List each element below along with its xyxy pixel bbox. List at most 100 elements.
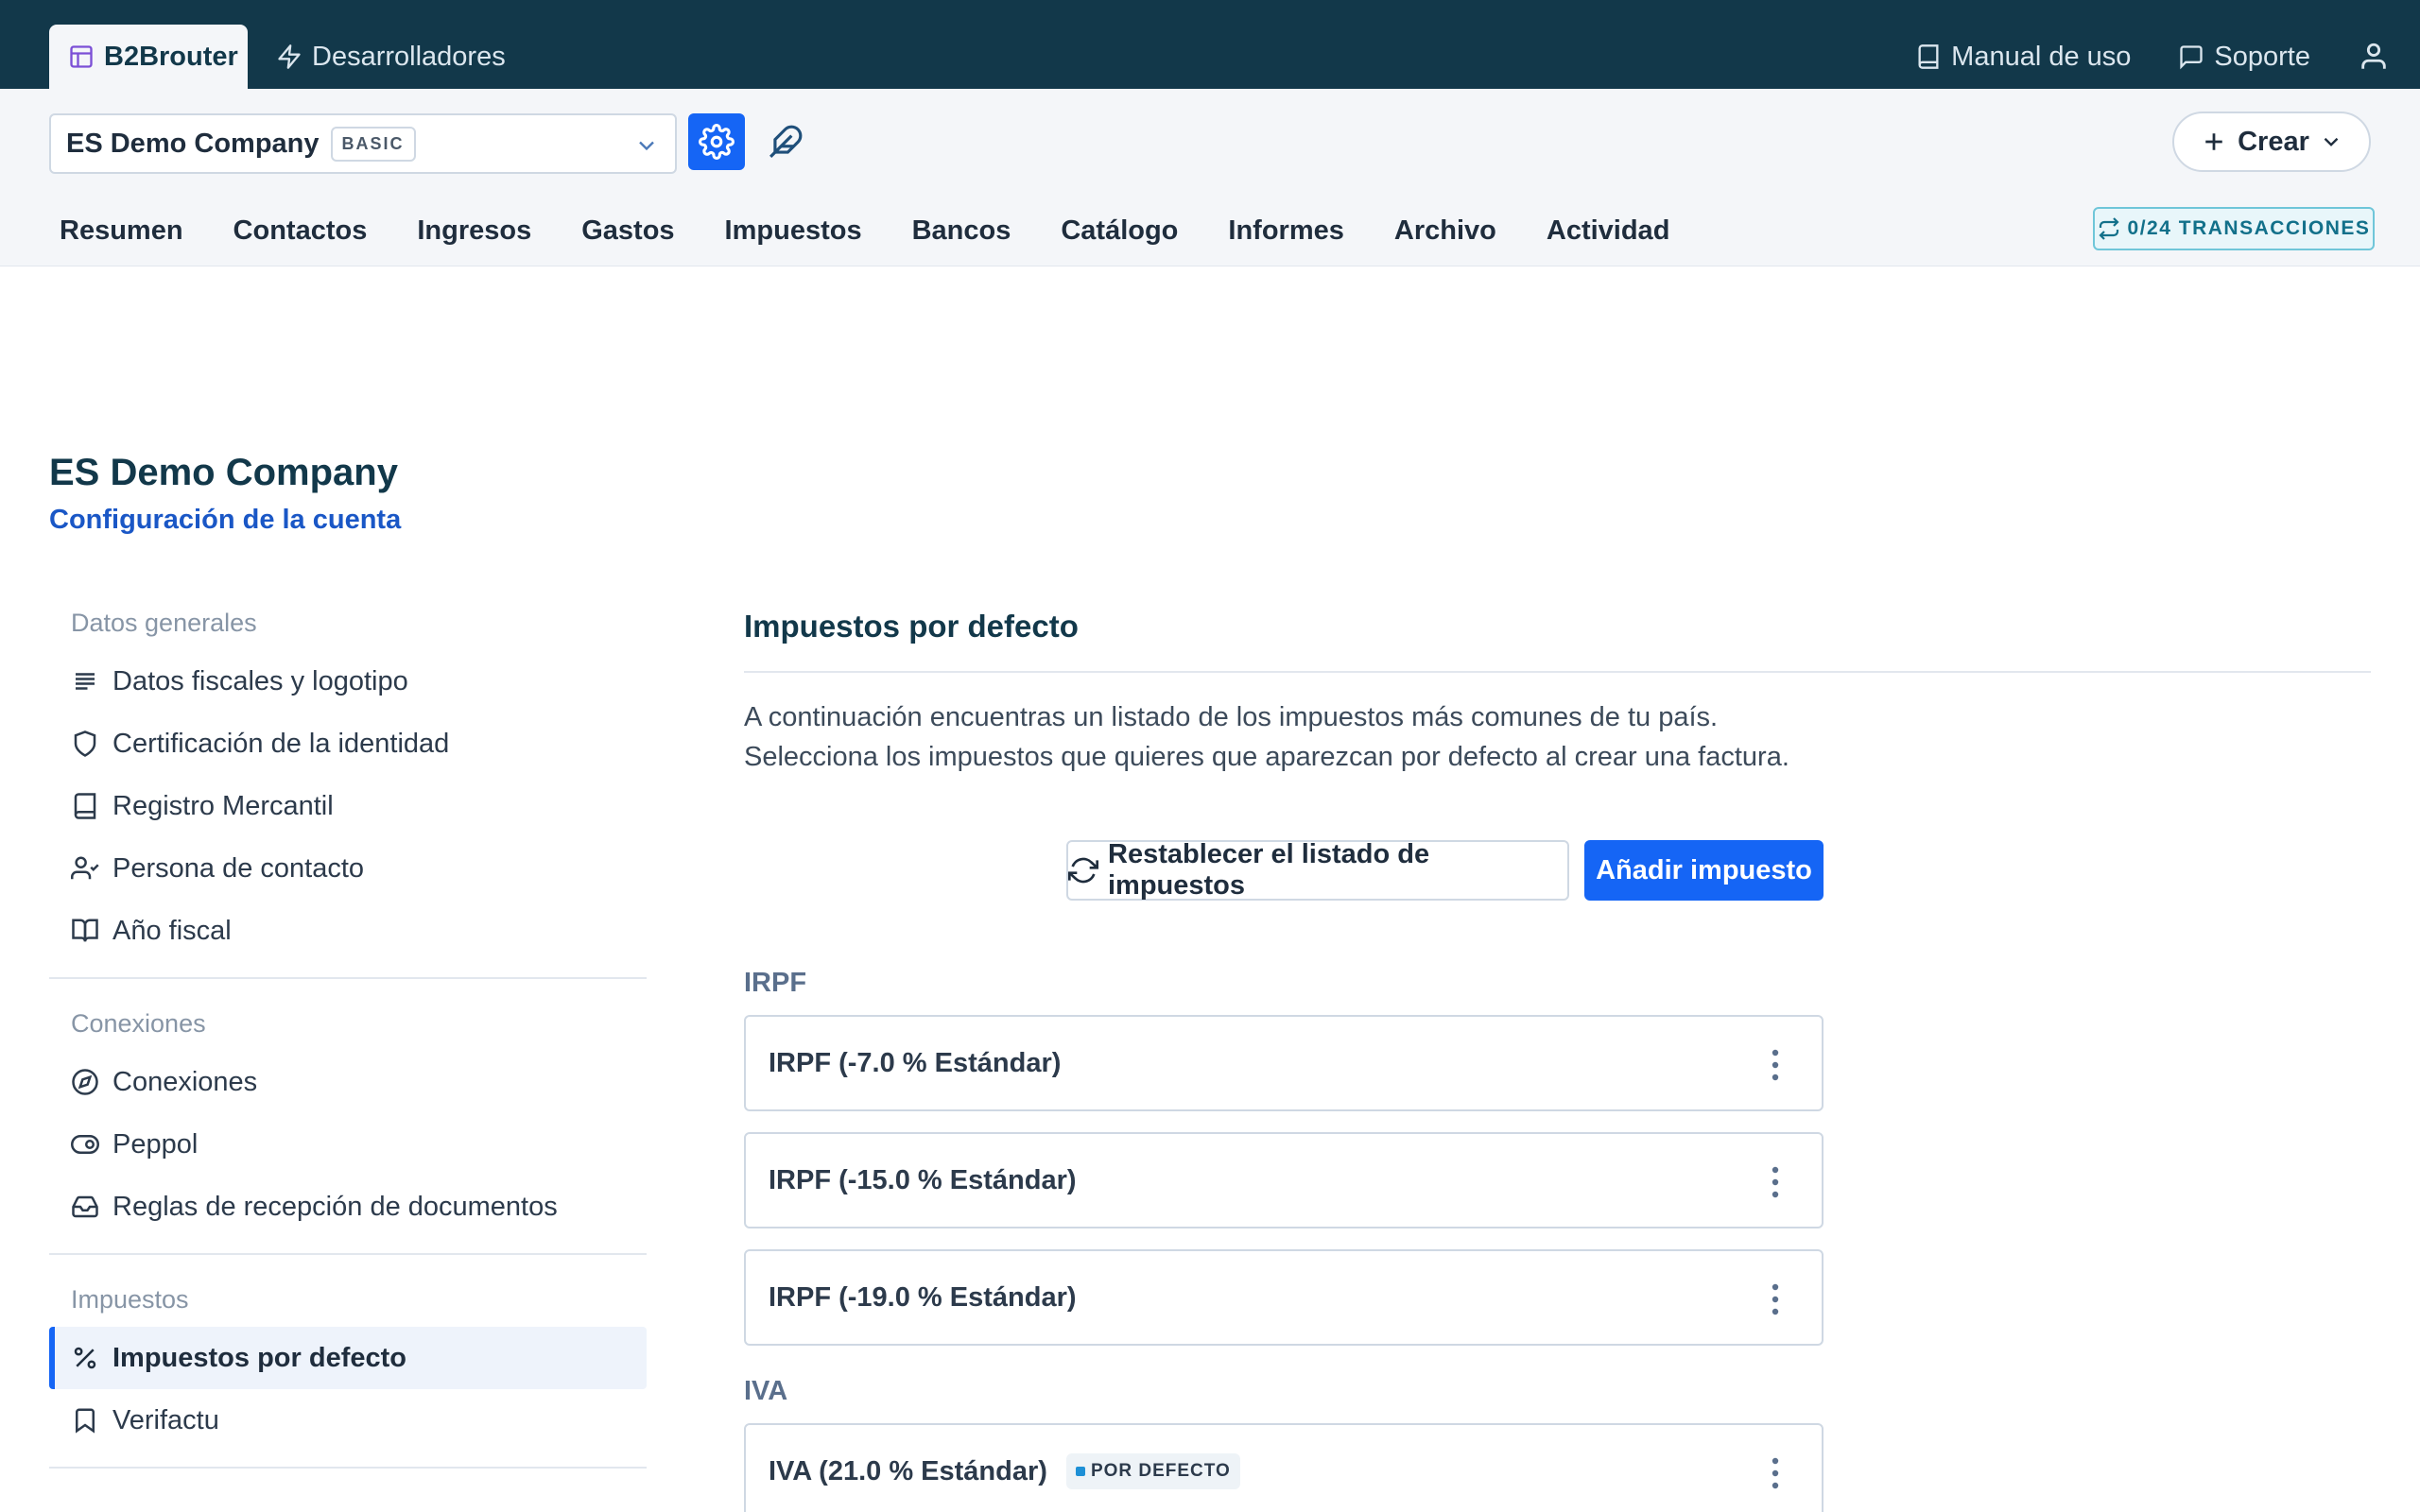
align-left-icon — [71, 667, 99, 696]
user-check-icon — [71, 854, 99, 883]
brand-tab[interactable]: B2Brouter — [49, 25, 248, 89]
settings-sidebar: Datos generales Datos fiscales y logotip… — [49, 595, 647, 1486]
sidebar-item-registro[interactable]: Registro Mercantil — [49, 775, 647, 837]
badge-dot — [1075, 1467, 1085, 1476]
page-title: ES Demo Company — [49, 452, 398, 493]
tax-name: IRPF (-15.0 % Estándar) — [769, 1164, 1077, 1195]
brand-label: B2Brouter — [104, 41, 238, 72]
top-right-links: Manual de uso Soporte — [1915, 25, 2390, 89]
more-vertical-icon[interactable] — [1771, 1457, 1780, 1489]
sidebar-item-label: Peppol — [112, 1128, 199, 1160]
feather-icon — [768, 124, 804, 160]
tax-card[interactable]: IRPF (-19.0 % Estándar) — [744, 1249, 1824, 1346]
bookmark-icon — [71, 1406, 99, 1435]
manual-link[interactable]: Manual de uso — [1915, 42, 2131, 73]
sidebar-item-label: Año fiscal — [112, 915, 232, 946]
more-vertical-icon[interactable] — [1771, 1049, 1780, 1081]
tax-card[interactable]: IVA (21.0 % Estándar) POR DEFECTO — [744, 1423, 1824, 1512]
tax-name: IVA (21.0 % Estándar) — [769, 1455, 1047, 1486]
manual-label: Manual de uso — [1951, 41, 2132, 72]
settings-button[interactable] — [688, 113, 745, 170]
lightning-icon — [276, 43, 302, 70]
page-subtitle[interactable]: Configuración de la cuenta — [49, 505, 401, 536]
sidebar-item-verifactu[interactable]: Verifactu — [49, 1389, 647, 1452]
tax-group-label: IVA — [744, 1376, 788, 1406]
sidebar-item-label: Certificación de la identidad — [112, 728, 450, 759]
sidebar-item-datos-fiscales[interactable]: Datos fiscales y logotipo — [49, 650, 647, 713]
create-label: Crear — [2238, 126, 2309, 157]
sidebar-item-peppol[interactable]: Peppol — [49, 1113, 647, 1176]
sidebar-item-ano-fiscal[interactable]: Año fiscal — [49, 900, 647, 962]
sidebar-item-impuestos-defecto[interactable]: Impuestos por defecto — [49, 1327, 647, 1389]
user-menu-button[interactable] — [2358, 41, 2390, 73]
transactions-label: 0/24 TRANSACCIONES — [2127, 217, 2371, 239]
user-icon — [2358, 41, 2390, 73]
nav-contactos[interactable]: Contactos — [233, 215, 368, 247]
book-open-icon — [71, 917, 99, 945]
developers-tab[interactable]: Desarrolladores — [276, 25, 506, 89]
sidebar-item-label: Registro Mercantil — [112, 790, 334, 821]
nav-catalogo[interactable]: Catálogo — [1061, 215, 1178, 247]
support-link[interactable]: Soporte — [2178, 42, 2310, 73]
tax-group-label: IRPF — [744, 968, 807, 998]
toggle-icon — [71, 1130, 99, 1159]
nav-gastos[interactable]: Gastos — [581, 215, 674, 247]
sidebar-item-persona-contacto[interactable]: Persona de contacto — [49, 837, 647, 900]
nav-archivo[interactable]: Archivo — [1394, 215, 1496, 247]
reset-taxes-button[interactable]: Restablecer el listado de impuestos — [1066, 839, 1569, 901]
feather-button[interactable] — [762, 113, 809, 170]
sidebar-item-reglas-recepcion[interactable]: Reglas de recepción de documentos — [49, 1176, 647, 1238]
sidebar-divider — [49, 1467, 647, 1469]
sidebar-item-label: Datos fiscales y logotipo — [112, 665, 408, 696]
nav-impuestos[interactable]: Impuestos — [725, 215, 862, 247]
create-button[interactable]: Crear — [2172, 112, 2371, 172]
sidebar-item-label: Verifactu — [112, 1404, 219, 1435]
sidebar-section-title: Datos generales — [71, 608, 257, 637]
reset-label: Restablecer el listado de impuestos — [1108, 839, 1430, 901]
sidebar-divider — [49, 977, 647, 979]
sidebar-section-title: Impuestos — [71, 1284, 189, 1314]
layout-icon — [68, 43, 95, 70]
sidebar-divider — [49, 1253, 647, 1255]
description-line-2: Selecciona los impuestos que quieres que… — [744, 742, 1789, 772]
book-icon — [1915, 43, 1942, 70]
nav-ingresos[interactable]: Ingresos — [417, 215, 531, 247]
default-taxes-panel: Impuestos por defecto A continuación enc… — [744, 595, 2371, 1512]
top-bar: B2Brouter Desarrolladores Manual de uso … — [0, 0, 2420, 89]
percent-icon — [71, 1344, 99, 1372]
default-badge: POR DEFECTO — [1065, 1453, 1240, 1489]
book-icon — [71, 792, 99, 820]
company-selector[interactable]: ES Demo Company BASIC — [49, 113, 677, 174]
nav-informes[interactable]: Informes — [1228, 215, 1343, 247]
sidebar-item-conexiones[interactable]: Conexiones — [49, 1051, 647, 1113]
compass-icon — [71, 1068, 99, 1096]
tax-actions: Restablecer el listado de impuestos Añad… — [744, 839, 1824, 901]
plus-icon — [2200, 128, 2228, 156]
tax-card[interactable]: IRPF (-7.0 % Estándar) — [744, 1015, 1824, 1111]
description-line-1: A continuación encuentras un listado de … — [744, 702, 1719, 732]
more-vertical-icon[interactable] — [1771, 1283, 1780, 1315]
nav-actividad[interactable]: Actividad — [1547, 215, 1670, 247]
refresh-icon — [1068, 855, 1098, 885]
chevron-down-icon — [2319, 129, 2343, 154]
section-description: A continuación encuentras un listado de … — [744, 697, 2371, 777]
add-tax-button[interactable]: Añadir impuesto — [1584, 840, 1824, 901]
company-name: ES Demo Company — [66, 128, 320, 159]
nav-resumen[interactable]: Resumen — [60, 215, 183, 247]
main-nav: Resumen Contactos Ingresos Gastos Impues… — [60, 210, 1720, 251]
developers-label: Desarrolladores — [312, 41, 506, 72]
more-vertical-icon[interactable] — [1771, 1166, 1780, 1198]
section-title: Impuestos por defecto — [744, 609, 1079, 644]
sidebar-item-label: Persona de contacto — [112, 852, 365, 884]
sidebar-item-certificacion[interactable]: Certificación de la identidad — [49, 713, 647, 775]
default-badge-label: POR DEFECTO — [1090, 1461, 1231, 1481]
sidebar-item-label: Impuestos por defecto — [112, 1342, 406, 1373]
tax-card[interactable]: IRPF (-15.0 % Estándar) — [744, 1132, 1824, 1228]
tax-name: IRPF (-7.0 % Estándar) — [769, 1047, 1062, 1078]
tax-name: IRPF (-19.0 % Estándar) — [769, 1281, 1077, 1313]
nav-bancos[interactable]: Bancos — [912, 215, 1011, 247]
support-label: Soporte — [2214, 41, 2310, 72]
shield-icon — [71, 730, 99, 758]
transactions-badge[interactable]: 0/24 TRANSACCIONES — [2093, 207, 2375, 250]
sidebar-section-title: Conexiones — [71, 1008, 206, 1038]
